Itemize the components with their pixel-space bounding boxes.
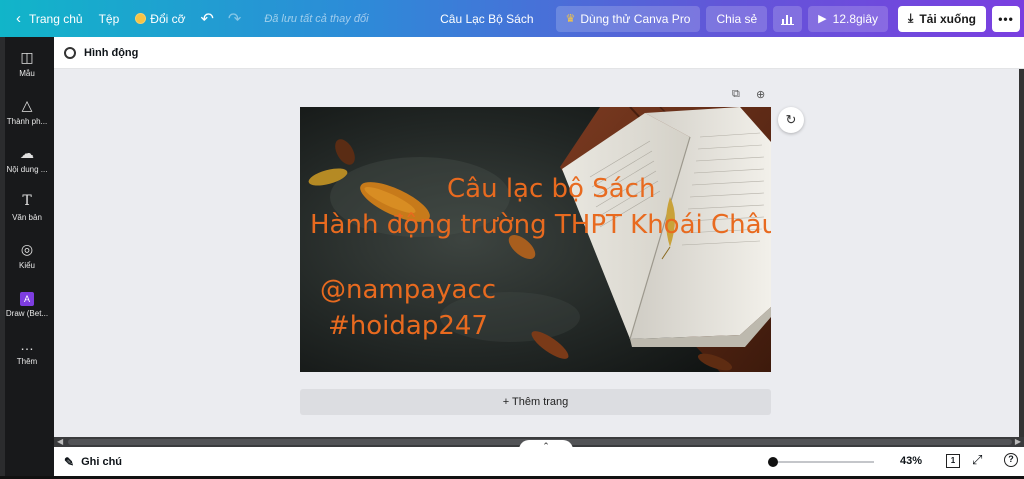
sidebar-item-draw[interactable]: A Draw (Bet... — [0, 288, 54, 318]
file-menu-button[interactable]: Tệp — [91, 0, 128, 37]
sidebar-item-more[interactable]: … Thêm — [0, 336, 54, 366]
design-handle-text[interactable]: @nampayacc — [320, 275, 496, 305]
animate-label: Hình động — [84, 46, 139, 59]
sidebar-item-uploads[interactable]: ☁ Nội dung ... — [0, 144, 54, 174]
notes-button[interactable]: ✎ Ghi chú — [54, 455, 122, 469]
context-toolbar: Hình động — [54, 37, 1024, 69]
duplicate-icon: ⧉ — [732, 88, 740, 100]
resize-button[interactable]: Đổi cỡ — [127, 0, 193, 37]
sidebar-item-label: Thành ph... — [6, 117, 48, 126]
zoom-slider-track[interactable] — [768, 461, 874, 463]
download-label: Tải xuống — [919, 11, 976, 26]
home-button[interactable]: ‹ Trang chủ — [0, 0, 91, 37]
sidebar-item-label: Văn bản — [12, 213, 42, 222]
draw-icon: A — [0, 288, 54, 306]
try-pro-label: Dùng thử Canva Pro — [580, 11, 691, 26]
download-icon: ⤓ — [908, 11, 914, 25]
share-button[interactable]: Chia sẻ — [706, 5, 768, 32]
sidebar-item-text[interactable]: T Văn bản — [0, 192, 54, 222]
notes-icon: ✎ — [64, 454, 75, 469]
styles-icon: ◎ — [20, 241, 34, 257]
add-page-icon: ⊕ — [756, 89, 766, 101]
more-options-button[interactable]: ••• — [992, 5, 1020, 32]
zoom-slider-handle[interactable] — [768, 457, 779, 467]
fullscreen-icon[interactable]: ⤢ — [972, 452, 982, 468]
page-count-button[interactable]: 1 — [946, 454, 960, 468]
sidebar-item-elements[interactable]: △ Thành ph... — [0, 96, 54, 126]
insights-button[interactable] — [773, 5, 803, 32]
sidebar-item-label: Nội dung ... — [6, 165, 48, 174]
zoom-value[interactable]: 43% — [900, 455, 922, 467]
home-label: Trang chủ — [29, 11, 83, 26]
coin-icon — [135, 13, 147, 24]
sidebar-item-label: Kiểu — [18, 261, 35, 270]
scroll-right-arrow-icon[interactable]: ▶ — [1015, 437, 1021, 447]
undo-icon: ↶ — [200, 10, 214, 28]
sidebar-item-label: Draw (Bet... — [5, 309, 49, 318]
animate-button[interactable]: Hình động — [64, 46, 139, 59]
save-status: Đã lưu tất cả thay đổi — [264, 12, 369, 25]
more-icon: … — [20, 337, 34, 353]
crown-icon: ♛ — [565, 13, 576, 25]
top-toolbar: ‹ Trang chủ Tệp Đổi cỡ ↶ ↷ Đã lưu tất cả… — [0, 0, 1024, 37]
add-page-icon-button[interactable]: ⊕ — [756, 88, 765, 101]
design-hashtag-text[interactable]: #hoidap247 — [328, 311, 488, 341]
play-duration: 12.8giây — [832, 11, 879, 26]
try-pro-button[interactable]: ♛ Dùng thử Canva Pro — [555, 5, 701, 32]
upload-icon: ☁ — [20, 145, 34, 161]
sidebar-item-label: Mẫu — [19, 69, 35, 78]
refresh-icon: ↻ — [785, 112, 797, 127]
template-icon: ◫ — [20, 49, 34, 65]
download-button[interactable]: ⤓ Tải xuống — [898, 5, 986, 32]
resize-label: Đổi cỡ — [150, 11, 186, 26]
bottom-toolbar: ✎ Ghi chú 43% 1 ⤢ ? — [54, 447, 1024, 476]
play-icon: ▶ — [818, 13, 827, 25]
notes-label: Ghi chú — [81, 455, 123, 468]
add-page-button[interactable]: + Thêm trang — [300, 389, 771, 415]
elements-icon: △ — [21, 97, 33, 113]
design-title-line2[interactable]: Hành động trường THPT Khoái Châu 2 — [310, 210, 771, 240]
animation-icon — [64, 46, 76, 59]
scroll-left-arrow-icon[interactable]: ◀ — [57, 437, 63, 447]
sidebar-item-templates[interactable]: ◫ Mẫu — [0, 48, 54, 78]
chevron-left-icon: ‹ — [16, 10, 21, 27]
regenerate-button[interactable]: ↻ — [778, 107, 804, 133]
design-page[interactable]: Câu lạc bộ Sách Hành động trường THPT Kh… — [300, 107, 771, 372]
document-title[interactable]: Câu Lạc Bộ Sách — [432, 0, 541, 37]
help-button[interactable]: ? — [1004, 453, 1018, 467]
sidebar-item-label: Thêm — [16, 357, 38, 366]
redo-icon: ↷ — [227, 10, 242, 28]
file-label: Tệp — [98, 11, 120, 26]
undo-button[interactable]: ↶ — [194, 0, 221, 37]
play-button[interactable]: ▶ 12.8giây — [808, 5, 889, 32]
design-title-line1[interactable]: Câu lạc bộ Sách — [447, 174, 655, 204]
redo-button[interactable]: ↷ — [221, 0, 248, 37]
share-label: Chia sẻ — [716, 11, 758, 26]
bar-chart-icon — [781, 14, 795, 25]
vertical-scrollbar[interactable] — [1019, 69, 1024, 437]
text-icon: T — [22, 193, 32, 209]
duplicate-page-button[interactable]: ⧉ — [732, 88, 740, 101]
sidebar-item-styles[interactable]: ◎ Kiểu — [0, 240, 54, 270]
